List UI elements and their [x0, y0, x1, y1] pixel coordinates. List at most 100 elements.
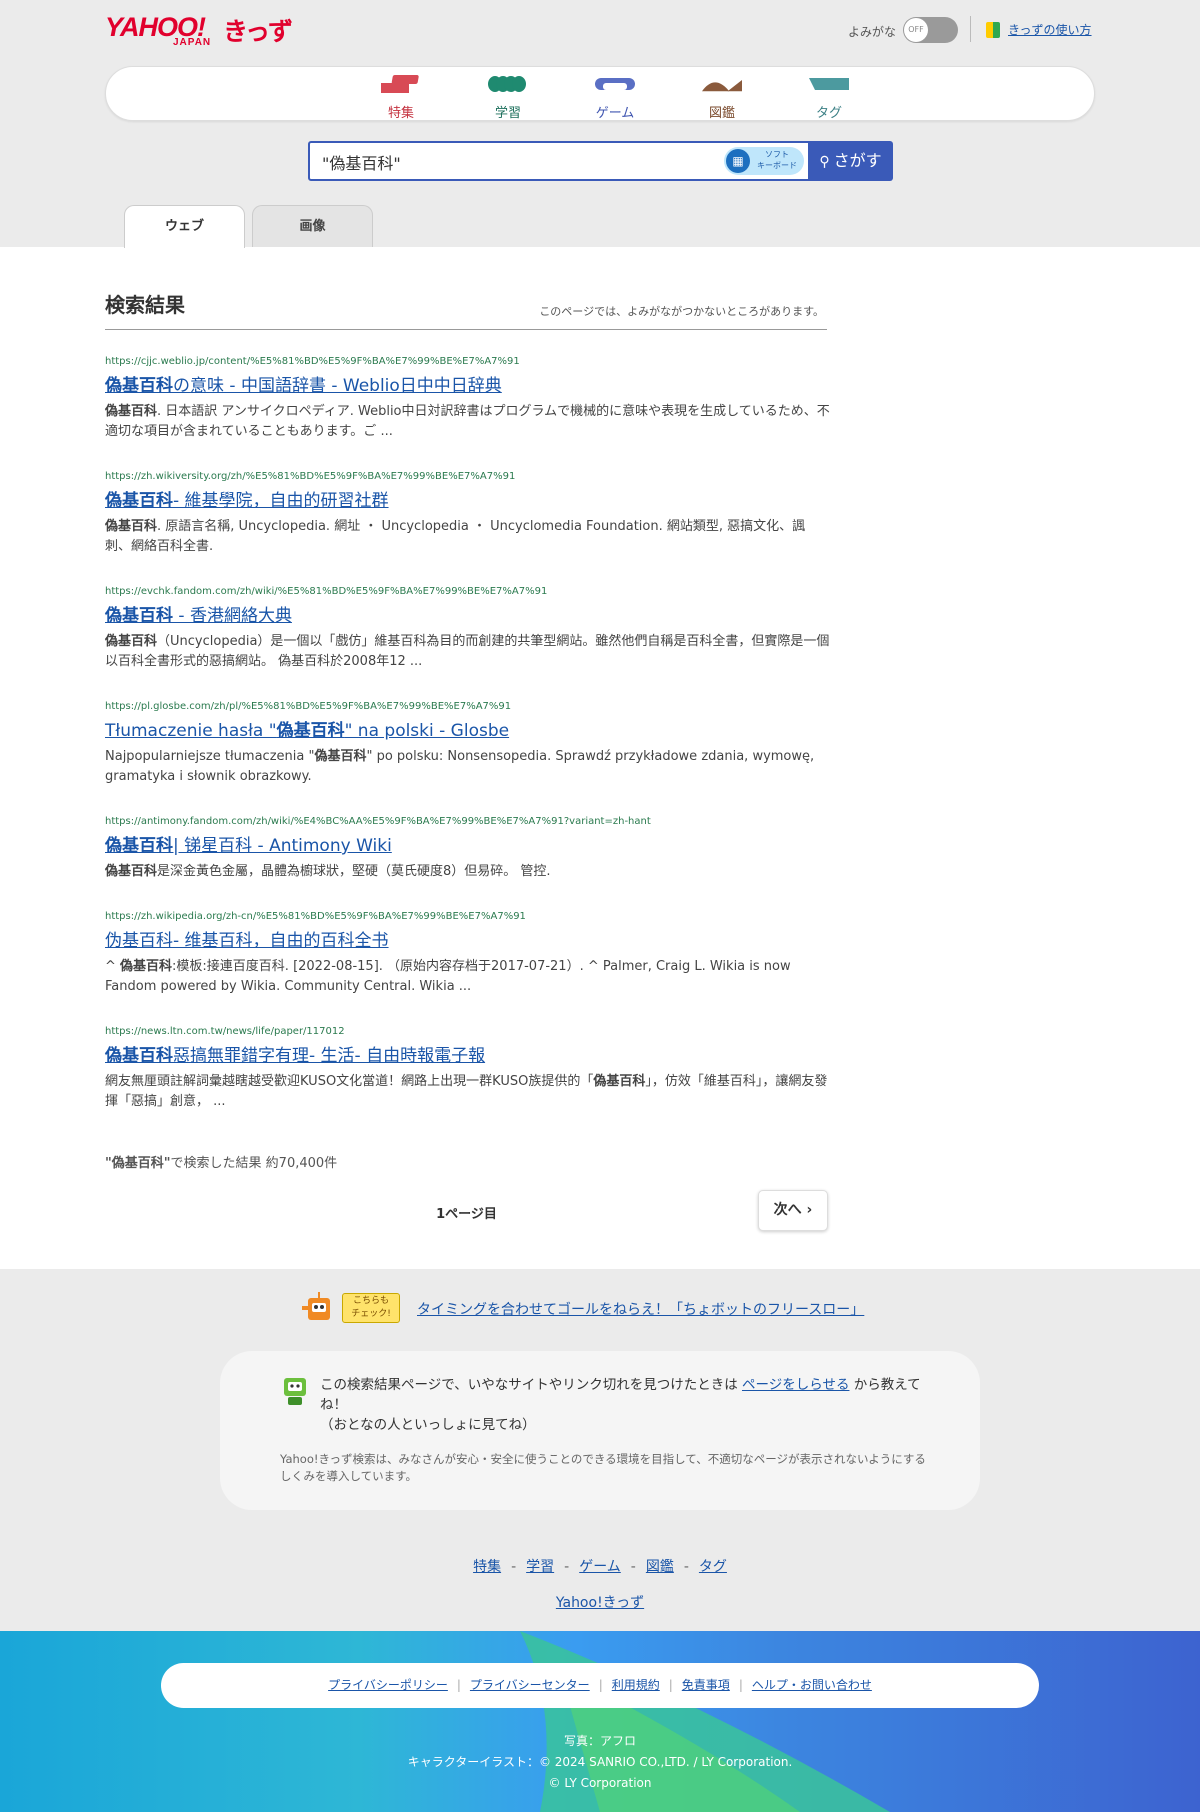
result-item: https://pl.glosbe.com/zh/pl/%E5%81%BD%E5… [105, 700, 830, 787]
results-heading: 検索結果 [105, 293, 185, 317]
yahoo-kids-logo[interactable]: YAHOO! JAPAN きっず [105, 12, 295, 48]
illustration-credit: キャラクターイラスト：© 2024 SANRIO CO.,LTD. / LY C… [407, 1755, 793, 1769]
promo-link[interactable]: タイミングを合わせてゴールをねらえ！「ちょボットのフリースロー」 [417, 1299, 864, 1319]
result-title-link[interactable]: 偽基百科惡搞無罪錯字有理- 生活- 自由時報電子報 [105, 1044, 830, 1068]
robot-mascot-icon [284, 1378, 306, 1405]
robot-mascot-icon [302, 1292, 330, 1320]
result-item: https://evchk.fandom.com/zh/wiki/%E5%81%… [105, 585, 830, 672]
tab-web[interactable]: ウェブ [124, 205, 245, 248]
footer-home-link[interactable]: Yahoo!きっず [556, 1595, 644, 1611]
nav-label: タグ [815, 106, 842, 121]
result-item: https://zh.wikiversity.org/zh/%E5%81%BD%… [105, 470, 830, 557]
search-box: ▦ ソフトキーボード [308, 141, 810, 181]
keyboard-icon: ▦ [726, 149, 750, 173]
feature-icon [381, 75, 419, 93]
footer-nav-tag[interactable]: タグ [699, 1559, 727, 1575]
tag-icon [809, 78, 849, 90]
search-button-label: さがす [833, 151, 882, 170]
page-indicator: 1ページ目 [436, 1207, 497, 1222]
result-title-link[interactable]: 偽基百科 - 香港網絡大典 [105, 604, 830, 628]
result-url: https://cjjc.weblio.jp/content/%E5%81%BD… [105, 356, 520, 367]
privacy-policy-link[interactable]: プライバシーポリシー [328, 1678, 448, 1692]
footer-nav: 特集 - 学習 - ゲーム - 図鑑 - タグ [473, 1559, 727, 1575]
soft-keyboard-label: ソフト キーボード [757, 150, 797, 170]
search-input[interactable] [322, 150, 702, 174]
yomigana-toggle-state: OFF [904, 18, 928, 42]
help-link[interactable]: ヘルプ・お問い合わせ [752, 1678, 872, 1692]
yomigana-label: よみがな [848, 25, 897, 39]
result-snippet: 偽基百科. 日本語訳 アンサイクロペディア. Weblio中日対訳辞書はプログラ… [105, 404, 830, 439]
logo-kids: きっず [223, 17, 293, 46]
privacy-center-link[interactable]: プライバシーセンター [470, 1678, 590, 1692]
yomigana-toggle[interactable]: OFF [903, 17, 958, 43]
search-icon: ⚲ [819, 154, 830, 170]
footer-nav-game[interactable]: ゲーム [579, 1559, 621, 1575]
report-card: この検索結果ページで、いやなサイトやリンク切れを見つけたときは ページをしらせる… [220, 1351, 980, 1510]
results-note: このページでは、よみがながつかないところがあります。 [539, 305, 824, 318]
result-url: https://antimony.fandom.com/zh/wiki/%E4%… [105, 816, 651, 827]
report-note: Yahoo!きっず検索は、みなさんが安心・安全に使うことのできる環境を目指して、… [280, 1452, 926, 1483]
result-snippet: 偽基百科（Uncyclopedia）是一個以「戲仿」維基百科為目的而創建的共筆型… [105, 634, 830, 669]
result-snippet: 網友無厘頭註解詞彙越瞎越受歡迎KUSO文化當道！網路上出現一群KUSO族提供的「… [105, 1074, 828, 1109]
footer-home: Yahoo!きっず [0, 1592, 1200, 1612]
logo-japan: JAPAN [173, 37, 212, 48]
results-count: "偽基百科"で検索した結果 約70,400件 [105, 1156, 338, 1171]
footer-nav-study[interactable]: 学習 [526, 1559, 554, 1575]
nav-item-game[interactable]: ゲーム [575, 73, 655, 121]
howto-link[interactable]: きっずの使い方 [1008, 21, 1092, 38]
game-controller-icon [595, 78, 635, 90]
footer-nav-encyclopedia[interactable]: 図鑑 [646, 1559, 674, 1575]
category-nav: 特集 学習 ゲーム 図鑑 タグ [105, 66, 1095, 121]
credits: 写真：アフロ キャラクターイラスト：© 2024 SANRIO CO.,LTD.… [0, 1731, 1200, 1794]
soft-keyboard-button[interactable]: ▦ ソフト キーボード [724, 147, 804, 175]
footer-links: プライバシーポリシー | プライバシーセンター | 利用規約 | 免責事項 | ヘルプ・お問い合… [161, 1663, 1039, 1708]
results-panel: 検索結果 このページでは、よみがながつかないところがあります。 https://… [0, 247, 1200, 1269]
result-url: https://zh.wikipedia.org/zh-cn/%E5%81%BD… [105, 911, 526, 922]
report-page-link[interactable]: ページをしらせる [742, 1377, 849, 1393]
next-page-button[interactable]: 次へ › [758, 1190, 828, 1231]
promo: こちらも チェック! タイミングを合わせてゴールをねらえ！「ちょボットのフリースロ… [302, 1290, 902, 1326]
result-item: https://antimony.fandom.com/zh/wiki/%E4%… [105, 815, 830, 882]
result-url: https://evchk.fandom.com/zh/wiki/%E5%81%… [105, 586, 548, 597]
result-item: https://cjjc.weblio.jp/content/%E5%81%BD… [105, 355, 830, 442]
nav-item-tag[interactable]: タグ [789, 73, 869, 121]
footer: プライバシーポリシー | プライバシーセンター | 利用規約 | 免責事項 | ヘルプ・お問い合… [0, 1631, 1200, 1812]
result-url: https://pl.glosbe.com/zh/pl/%E5%81%BD%E5… [105, 701, 512, 712]
result-snippet: Najpopularniejsze tłumaczenia "偽基百科" po … [105, 749, 815, 784]
chevron-right-icon: › [806, 1202, 813, 1218]
search-button[interactable]: ⚲ さがす [808, 141, 893, 181]
nav-label: 特集 [387, 106, 414, 121]
nav-item-study[interactable]: 学習 [468, 73, 548, 121]
result-title-link[interactable]: 偽基百科| 锑星百科 - Antimony Wiki [105, 834, 830, 858]
nav-item-encyclopedia[interactable]: 図鑑 [682, 73, 762, 121]
disclaimer-link[interactable]: 免責事項 [682, 1678, 730, 1692]
result-snippet: ^ 偽基百科:模板:接連百度百科. [2022-08-15]. （原始内容存档于… [105, 959, 791, 994]
result-snippet: 偽基百科是深金黃色金屬，晶體為櫥球狀，堅硬（莫氏硬度8）但易碎。 管控. [105, 864, 551, 879]
result-url: https://zh.wikiversity.org/zh/%E5%81%BD%… [105, 471, 516, 482]
check-badge: こちらも チェック! [342, 1293, 400, 1323]
photo-credit: 写真：アフロ [563, 1734, 636, 1748]
nav-item-feature[interactable]: 特集 [361, 73, 441, 121]
yomigana-toggle-group: よみがな OFF [848, 17, 960, 43]
beginner-mark-icon [986, 22, 1000, 38]
result-title-link[interactable]: 伪基百科- 维基百科，自由的百科全书 [105, 929, 830, 953]
footer-nav-feature[interactable]: 特集 [473, 1559, 501, 1575]
result-item: https://news.ltn.com.tw/news/life/paper/… [105, 1025, 830, 1112]
result-snippet: 偽基百科. 原語言名稱, Uncyclopedia. 網址 ・ Uncyclop… [105, 519, 806, 554]
study-icon [488, 76, 526, 92]
result-url: https://news.ltn.com.tw/news/life/paper/… [105, 1026, 345, 1037]
results-divider [105, 329, 827, 330]
terms-link[interactable]: 利用規約 [612, 1678, 660, 1692]
result-title-link[interactable]: 偽基百科の意味 - 中国語辞書 - Weblio日中中日辞典 [105, 374, 830, 398]
report-text: この検索結果ページで、いやなサイトやリンク切れを見つけたときは ページをしらせる… [320, 1377, 921, 1433]
copyright: © LY Corporation [548, 1776, 652, 1790]
result-title-link[interactable]: 偽基百科- 維基學院，自由的研習社群 [105, 489, 830, 513]
encyclopedia-icon [702, 80, 742, 92]
header: YAHOO! JAPAN きっず よみがな OFF きっずの使い方 [105, 10, 1095, 50]
nav-label: 図鑑 [708, 106, 735, 121]
nav-label: ゲーム [595, 106, 635, 121]
tab-image[interactable]: 画像 [252, 205, 373, 247]
result-item: https://zh.wikipedia.org/zh-cn/%E5%81%BD… [105, 910, 830, 997]
header-divider [970, 16, 971, 42]
result-title-link[interactable]: Tłumaczenie hasła "偽基百科" na polski - Glo… [105, 719, 830, 743]
